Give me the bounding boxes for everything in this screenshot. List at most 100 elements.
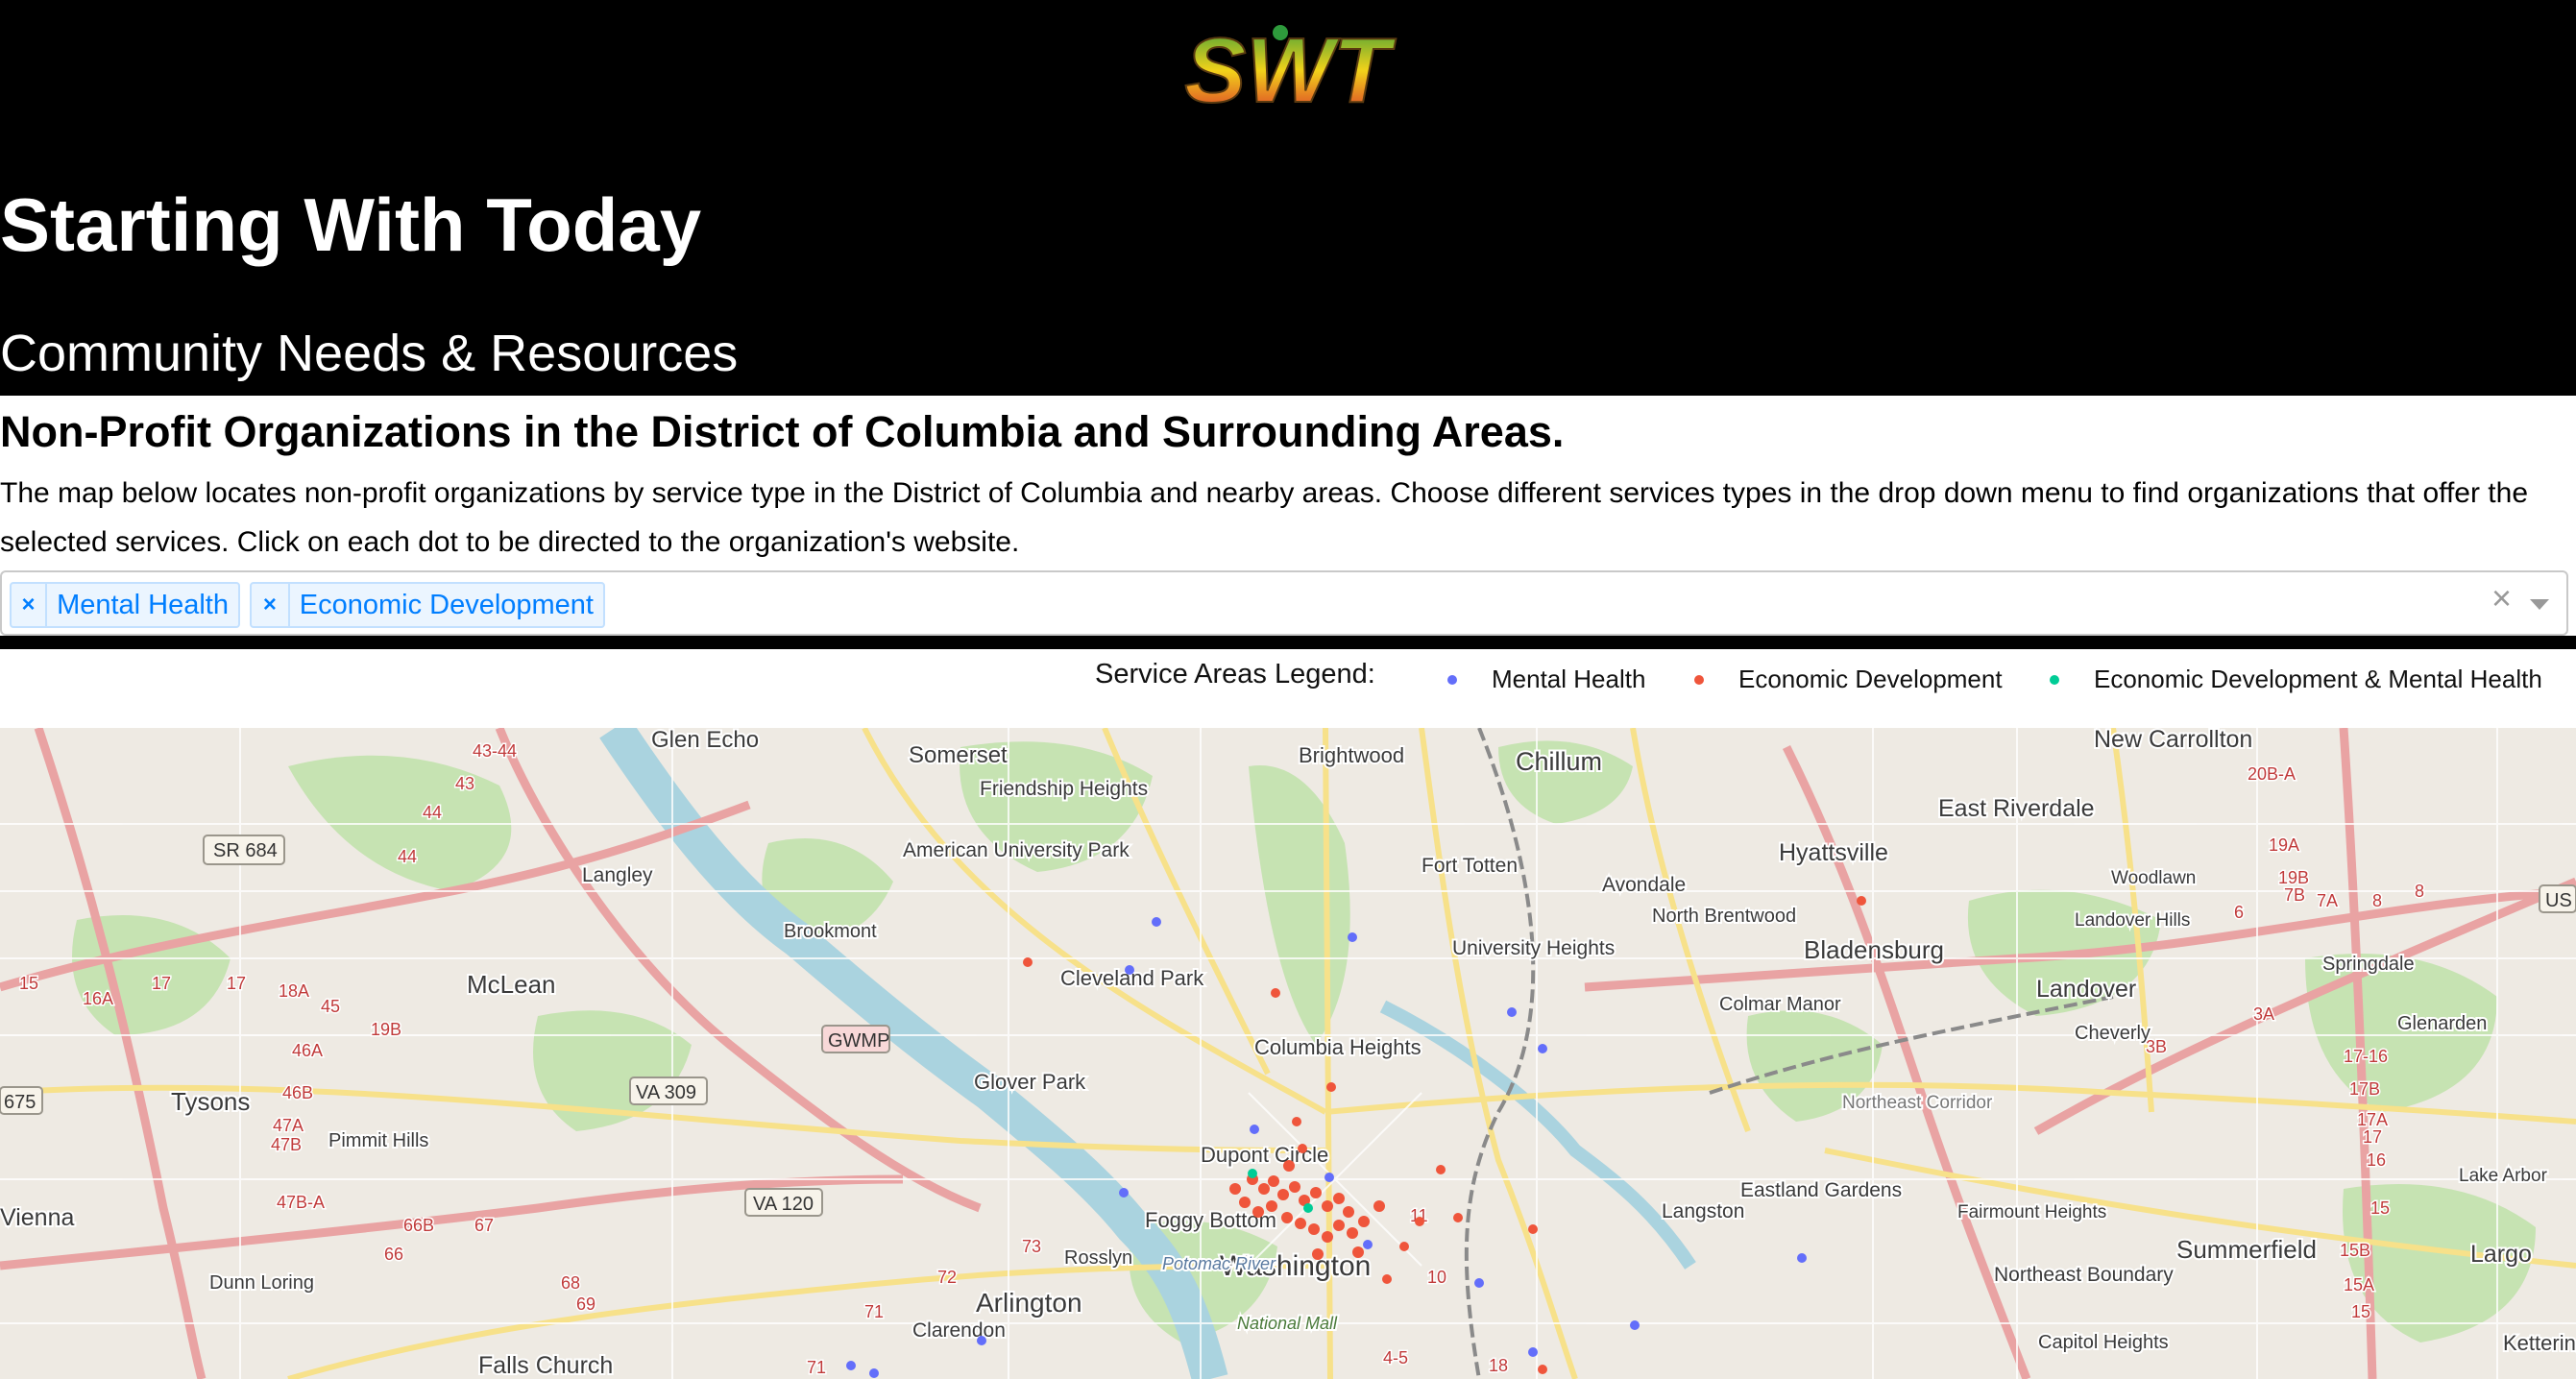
map-marker-economic-development[interactable]: [1322, 1200, 1333, 1212]
map-marker-mental-health[interactable]: [846, 1361, 856, 1370]
svg-text:17: 17: [2363, 1127, 2382, 1147]
svg-text:Avondale: Avondale: [1602, 874, 1686, 896]
map-marker-mental-health[interactable]: [1363, 1240, 1373, 1249]
legend-title: Service Areas Legend:: [1095, 659, 1375, 690]
map-marker-economic-development[interactable]: [1347, 1227, 1358, 1239]
map-marker-economic-development[interactable]: [1399, 1242, 1409, 1251]
map-marker-mental-health[interactable]: [1119, 1188, 1129, 1198]
map-marker-mental-health[interactable]: [869, 1368, 879, 1378]
map-marker-mental-health[interactable]: [1797, 1253, 1807, 1263]
remove-chip-icon[interactable]: ×: [252, 584, 290, 626]
map-marker-economic-development[interactable]: [1382, 1274, 1392, 1284]
route-shield-675: 675: [0, 1086, 43, 1115]
map-marker-economic-development[interactable]: [1322, 1231, 1333, 1243]
remove-chip-icon[interactable]: ×: [12, 584, 48, 626]
svg-text:Glover Park: Glover Park: [974, 1070, 1086, 1094]
svg-text:71: 71: [864, 1302, 884, 1321]
map-marker-economic-development[interactable]: [1289, 1181, 1300, 1193]
svg-text:Brookmont: Brookmont: [784, 921, 877, 942]
map-marker-mental-health[interactable]: [1528, 1347, 1538, 1357]
svg-text:18: 18: [1489, 1356, 1508, 1375]
svg-text:Glen Echo: Glen Echo: [651, 728, 759, 753]
map-marker-mental-health[interactable]: [1152, 917, 1161, 927]
map-marker-mental-health[interactable]: [1538, 1044, 1547, 1053]
legend-item-econ-mental[interactable]: Economic Development & Mental Health: [2050, 665, 2542, 694]
site-header: SWT Starting With Today Community Needs …: [0, 0, 2576, 396]
svg-text:Largo: Largo: [2470, 1241, 2532, 1268]
map-marker-mental-health[interactable]: [1125, 965, 1134, 975]
map-marker-econ-mental[interactable]: [1303, 1203, 1313, 1213]
map-marker-economic-development[interactable]: [1373, 1200, 1385, 1212]
chevron-down-icon[interactable]: [2530, 599, 2549, 610]
map-marker-mental-health[interactable]: [1630, 1320, 1640, 1330]
map-marker-mental-health[interactable]: [977, 1336, 986, 1345]
svg-text:18A: 18A: [279, 981, 309, 1001]
map-marker-economic-development[interactable]: [1310, 1187, 1322, 1198]
map-canvas[interactable]: 43-44 43 44 44 15 16A 17 17 18A 45 19B 4…: [0, 728, 2576, 1379]
svg-text:Glenarden: Glenarden: [2397, 1013, 2487, 1034]
chip-label: Economic Development: [299, 589, 594, 620]
map-marker-mental-health[interactable]: [1348, 932, 1357, 942]
map-marker-economic-development[interactable]: [1343, 1206, 1354, 1218]
map-marker-economic-development[interactable]: [1292, 1117, 1301, 1126]
map-marker-economic-development[interactable]: [1333, 1220, 1345, 1231]
map-marker-economic-development[interactable]: [1352, 1246, 1364, 1258]
map-marker-economic-development[interactable]: [1023, 957, 1033, 967]
map-marker-economic-development[interactable]: [1528, 1224, 1538, 1234]
svg-text:Falls Church: Falls Church: [478, 1352, 613, 1379]
svg-text:47B: 47B: [271, 1135, 302, 1154]
map-marker-economic-development[interactable]: [1239, 1197, 1251, 1208]
map-marker-mental-health[interactable]: [1324, 1173, 1334, 1182]
map-marker-mental-health[interactable]: [1250, 1125, 1259, 1134]
legend-dot-icon: [1694, 674, 1704, 685]
map-marker-economic-development[interactable]: [1281, 1212, 1293, 1223]
svg-text:Chillum: Chillum: [1516, 747, 1602, 776]
map-marker-economic-development[interactable]: [1326, 1082, 1336, 1092]
clear-all-icon[interactable]: ×: [2491, 578, 2512, 618]
map-marker-economic-development[interactable]: [1283, 1160, 1295, 1172]
map-marker-economic-development[interactable]: [1333, 1193, 1345, 1204]
organizations-map[interactable]: 43-44 43 44 44 15 16A 17 17 18A 45 19B 4…: [0, 728, 2576, 1379]
svg-text:Hyattsville: Hyattsville: [1779, 839, 1888, 866]
map-marker-economic-development[interactable]: [1436, 1165, 1446, 1174]
svg-text:VA 120: VA 120: [753, 1194, 814, 1215]
map-marker-economic-development[interactable]: [1229, 1183, 1241, 1195]
svg-text:17: 17: [152, 974, 171, 993]
svg-text:GWMP: GWMP: [828, 1030, 889, 1052]
svg-text:15A: 15A: [2344, 1275, 2374, 1294]
map-marker-economic-development[interactable]: [1312, 1248, 1324, 1260]
map-marker-economic-development[interactable]: [1298, 1144, 1307, 1153]
svg-text:17B: 17B: [2349, 1079, 2380, 1099]
map-marker-economic-development[interactable]: [1308, 1223, 1320, 1235]
svg-text:10: 10: [1427, 1268, 1446, 1287]
map-marker-economic-development[interactable]: [1277, 1189, 1289, 1200]
route-shield-sr684: SR 684: [203, 835, 285, 865]
map-marker-econ-mental[interactable]: [1248, 1169, 1257, 1178]
map-marker-economic-development[interactable]: [1415, 1217, 1424, 1226]
svg-text:Fairmount Heights: Fairmount Heights: [1957, 1202, 2106, 1222]
map-marker-economic-development[interactable]: [1252, 1206, 1264, 1218]
route-shield-va309: VA 309: [629, 1077, 708, 1105]
map-marker-economic-development[interactable]: [1295, 1218, 1306, 1229]
map-marker-mental-health[interactable]: [1507, 1007, 1517, 1017]
map-marker-economic-development[interactable]: [1271, 988, 1280, 998]
map-marker-economic-development[interactable]: [1857, 896, 1866, 906]
svg-text:Kettering: Kettering: [2503, 1331, 2576, 1355]
legend-dot-icon: [1447, 674, 1457, 685]
map-marker-economic-development[interactable]: [1538, 1365, 1547, 1374]
map-marker-mental-health[interactable]: [1474, 1278, 1484, 1288]
service-type-dropdown[interactable]: × Mental Health × Economic Development ×: [0, 570, 2568, 636]
map-marker-economic-development[interactable]: [1266, 1200, 1277, 1212]
svg-text:Landover: Landover: [2036, 976, 2136, 1003]
svg-text:Eastland Gardens: Eastland Gardens: [1740, 1179, 1902, 1201]
swt-logo[interactable]: SWT: [1167, 13, 1407, 115]
legend-item-economic-development[interactable]: Economic Development: [1694, 665, 2003, 694]
map-marker-economic-development[interactable]: [1358, 1216, 1370, 1227]
svg-text:Bladensburg: Bladensburg: [1804, 935, 1944, 964]
map-marker-economic-development[interactable]: [1453, 1213, 1463, 1222]
map-marker-economic-development[interactable]: [1258, 1183, 1270, 1195]
legend-item-mental-health[interactable]: Mental Health: [1447, 665, 1645, 694]
route-shield-gwmp: GWMP: [821, 1025, 890, 1053]
legend-dot-icon: [2050, 674, 2059, 685]
map-marker-economic-development[interactable]: [1268, 1175, 1279, 1187]
